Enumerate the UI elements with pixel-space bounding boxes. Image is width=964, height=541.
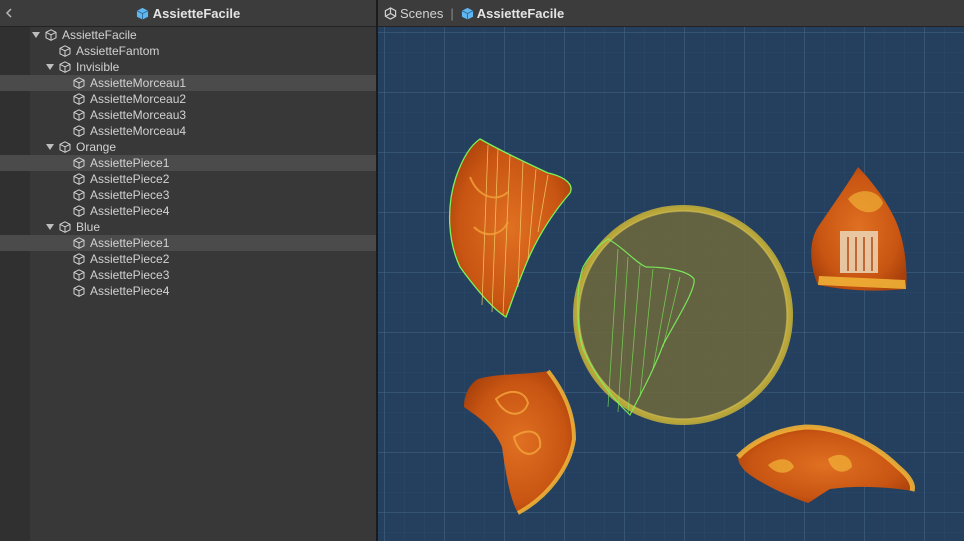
cube-outline-icon — [45, 29, 57, 41]
hierarchy-item[interactable]: AssiettePiece1 — [0, 155, 376, 171]
hierarchy-item[interactable]: AssietteMorceau1 — [0, 75, 376, 91]
hierarchy-item-label: AssiettePiece1 — [90, 156, 170, 170]
cube-outline-icon — [59, 45, 71, 57]
hierarchy-item-label: AssiettePiece4 — [90, 204, 170, 218]
cube-outline-icon — [73, 173, 85, 185]
fold-triangle-icon[interactable] — [46, 63, 54, 71]
fold-triangle-icon[interactable] — [32, 31, 40, 39]
hierarchy-item[interactable]: AssiettePiece2 — [0, 171, 376, 187]
hierarchy-item[interactable]: AssietteMorceau2 — [0, 91, 376, 107]
cube-outline-icon — [73, 109, 85, 121]
hierarchy-item[interactable]: AssietteFacile — [0, 27, 376, 43]
scene-viewport[interactable] — [378, 27, 964, 541]
hierarchy-item[interactable]: Invisible — [0, 59, 376, 75]
unity-logo-icon — [384, 6, 397, 20]
hierarchy-item-label: AssiettePiece2 — [90, 172, 170, 186]
hierarchy-item-label: AssietteMorceau3 — [90, 108, 187, 122]
hierarchy-title: AssietteFacile — [0, 0, 376, 27]
scene-breadcrumb: Scenes | AssietteFacile — [378, 0, 964, 27]
hierarchy-panel: AssietteFacile AssietteFacile AssietteFan… — [0, 0, 376, 541]
breadcrumb-current[interactable]: AssietteFacile — [461, 6, 564, 21]
hierarchy-item[interactable]: AssiettePiece1 — [0, 235, 376, 251]
hierarchy-item-label: Orange — [76, 140, 117, 154]
cube-outline-icon — [73, 125, 85, 137]
hierarchy-item[interactable]: Blue — [0, 219, 376, 235]
breadcrumb-scenes[interactable]: Scenes — [384, 6, 443, 21]
cube-outline-icon — [59, 141, 71, 153]
ghost-plate[interactable] — [573, 205, 793, 425]
hierarchy-item[interactable]: Orange — [0, 139, 376, 155]
hierarchy-item-label: Invisible — [76, 60, 120, 74]
hierarchy-item-label: Blue — [76, 220, 101, 234]
hierarchy-header: AssietteFacile — [0, 0, 376, 27]
cube-outline-icon — [73, 205, 85, 217]
scene-view: Scenes | AssietteFacile — [378, 0, 964, 541]
cube-outline-icon — [73, 237, 85, 249]
hierarchy-item-label: AssiettePiece3 — [90, 188, 170, 202]
hierarchy-item[interactable]: AssietteMorceau4 — [0, 123, 376, 139]
hierarchy-item[interactable]: AssiettePiece2 — [0, 251, 376, 267]
scene-canvas[interactable] — [378, 27, 964, 541]
hierarchy-item-label: AssietteMorceau4 — [90, 124, 187, 138]
hierarchy-item[interactable]: AssiettePiece3 — [0, 267, 376, 283]
cube-outline-icon — [73, 93, 85, 105]
breadcrumb-separator: | — [450, 5, 454, 21]
hierarchy-item-label: AssietteFacile — [62, 28, 137, 42]
cube-outline-icon — [73, 253, 85, 265]
hierarchy-item[interactable]: AssietteFantom — [0, 43, 376, 59]
hierarchy-item-label: AssiettePiece4 — [90, 284, 170, 298]
cube-outline-icon — [73, 157, 85, 169]
hierarchy-title-label: AssietteFacile — [152, 6, 241, 21]
hierarchy-item-label: AssiettePiece2 — [90, 252, 170, 266]
cube-outline-icon — [73, 269, 85, 281]
hierarchy-item-label: AssietteMorceau2 — [90, 92, 187, 106]
hierarchy-item[interactable]: AssiettePiece4 — [0, 283, 376, 299]
breadcrumb-scenes-label: Scenes — [400, 5, 444, 21]
hierarchy-item[interactable]: AssiettePiece3 — [0, 187, 376, 203]
hierarchy-item-label: AssietteFantom — [76, 44, 160, 58]
fold-triangle-icon[interactable] — [46, 143, 54, 151]
hierarchy-item[interactable]: AssietteMorceau3 — [0, 107, 376, 123]
fold-triangle-icon[interactable] — [46, 223, 54, 231]
cube-outline-icon — [59, 221, 71, 233]
hierarchy-item[interactable]: AssiettePiece4 — [0, 203, 376, 219]
prefab-cube-icon — [136, 7, 149, 20]
hierarchy-item-label: AssiettePiece1 — [90, 236, 170, 250]
cube-outline-icon — [59, 61, 71, 73]
prefab-cube-icon — [461, 7, 474, 20]
hierarchy-item-label: AssiettePiece3 — [90, 268, 170, 282]
cube-outline-icon — [73, 285, 85, 297]
cube-outline-icon — [73, 77, 85, 89]
hierarchy-tree[interactable]: AssietteFacile AssietteFantom Invisible Ass… — [0, 27, 376, 299]
cube-outline-icon — [73, 189, 85, 201]
breadcrumb-current-label: AssietteFacile — [476, 5, 565, 21]
hierarchy-item-label: AssietteMorceau1 — [90, 76, 187, 90]
